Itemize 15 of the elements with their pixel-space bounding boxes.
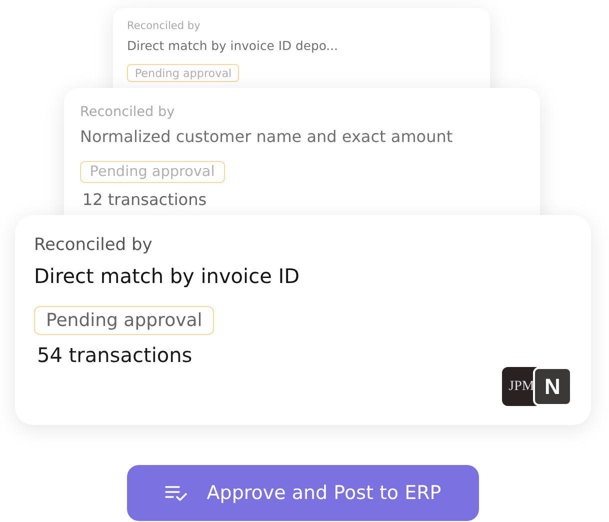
card-label: Reconciled by — [80, 104, 175, 120]
reconcile-method: Normalized customer name and exact amount — [80, 127, 453, 146]
app-logo: N — [533, 367, 572, 406]
status-badge: Pending approval — [80, 160, 225, 184]
approve-button[interactable]: Approve and Post to ERP — [127, 465, 479, 521]
card-label: Reconciled by — [127, 20, 200, 32]
transaction-count: 54 transactions — [36, 343, 192, 367]
button-label: Approve and Post to ERP — [206, 482, 442, 504]
reconcile-method: Direct match by invoice ID depo... — [127, 38, 338, 53]
reconcile-method: Direct match by invoice ID — [34, 264, 300, 288]
status-badge: Pending approval — [34, 306, 214, 335]
list-check-icon — [164, 485, 187, 501]
status-badge: Pending approval — [127, 64, 240, 82]
card-label: Reconciled by — [34, 235, 152, 255]
transaction-count: 12 transactions — [81, 190, 207, 209]
